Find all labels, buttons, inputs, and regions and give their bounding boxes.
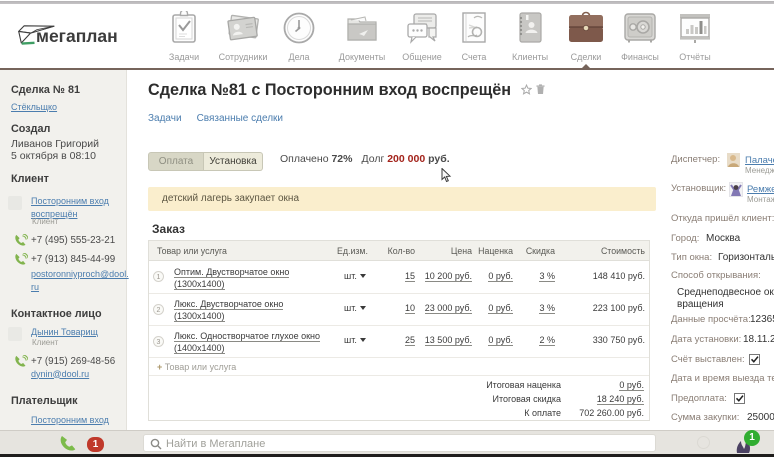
svg-text:мегаплан: мегаплан [36,26,118,46]
